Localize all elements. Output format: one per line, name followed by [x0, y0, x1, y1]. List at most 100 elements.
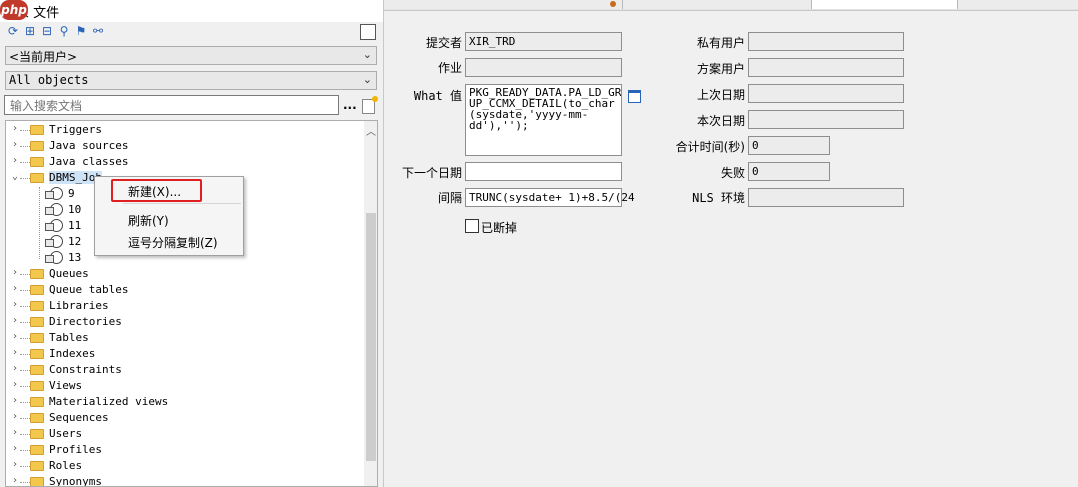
expand-icon[interactable]: › — [10, 267, 20, 278]
nls-field — [748, 188, 904, 207]
tree-item[interactable]: › Indexes — [6, 346, 361, 362]
interval-input[interactable]: TRUNC(sysdate+ 1)+8.5/(24 — [465, 188, 635, 207]
tree-connector — [20, 418, 30, 419]
broken-checkbox[interactable] — [465, 219, 479, 233]
last-date-field — [748, 84, 904, 103]
tab-2[interactable] — [623, 0, 812, 9]
expand-icon[interactable]: › — [10, 331, 20, 342]
refresh-icon[interactable]: ⟳ — [6, 24, 20, 38]
folder-icon — [30, 461, 44, 471]
folder-icon — [30, 125, 44, 135]
tree-item[interactable]: › Views — [6, 378, 361, 394]
object-browser-panel: 象 文件 php ⟳⊞⊟⚲⚑⚯ <当前用户> ⌄ All objects ⌄ .… — [0, 0, 384, 487]
this-date-label: 本次日期 — [696, 114, 745, 128]
add-icon[interactable]: ⊞ — [23, 24, 37, 38]
expand-icon[interactable]: › — [10, 123, 20, 134]
tree-item[interactable]: › Queue tables — [6, 282, 361, 298]
expand-icon[interactable]: › — [10, 459, 20, 470]
scroll-thumb[interactable] — [366, 213, 376, 461]
what-textarea[interactable]: PKG_READY_DATA.PA_LD_GRO UP_CCMX_DETAIL(… — [465, 84, 622, 156]
expand-icon[interactable]: › — [10, 299, 20, 310]
this-date-field — [748, 110, 904, 129]
tree-item-label: Indexes — [49, 347, 96, 360]
expand-icon[interactable]: › — [10, 395, 20, 406]
tree-item[interactable]: › Java sources — [6, 138, 361, 154]
tree-item-label: 11 — [68, 219, 82, 232]
tree-scrollbar[interactable]: ︿ — [364, 121, 377, 486]
owner-filter-value: <当前用户> — [9, 50, 78, 64]
search-field[interactable] — [4, 95, 339, 115]
scroll-up-icon[interactable]: ︿ — [364, 123, 377, 138]
edit-icon[interactable] — [628, 90, 641, 103]
folder-icon — [30, 429, 44, 439]
tree-item-label: Queue tables — [49, 283, 129, 296]
expand-icon[interactable]: › — [10, 155, 20, 166]
tab-4[interactable] — [958, 0, 1078, 9]
collapse-icon[interactable]: ⌄ — [10, 171, 20, 182]
tree-item-label: Java sources — [49, 139, 129, 152]
panel-toggle-button[interactable] — [360, 24, 376, 40]
expand-icon[interactable]: › — [10, 411, 20, 422]
expand-icon[interactable]: › — [10, 443, 20, 454]
failures-field: 0 — [748, 162, 830, 181]
owner-filter-select[interactable]: <当前用户> ⌄ — [5, 46, 377, 65]
folder-icon — [30, 445, 44, 455]
submitter-value: XIR_TRD — [469, 35, 516, 48]
tab-active[interactable] — [812, 0, 958, 9]
tree-item-label: Sequences — [49, 411, 109, 424]
job-clock-icon — [45, 219, 63, 232]
folder-icon — [30, 381, 44, 391]
tree-item-label: Directories — [49, 315, 122, 328]
tree-connector — [20, 370, 30, 371]
menu-item-refresh[interactable]: 刷新(Y) — [128, 212, 169, 229]
submitter-label: 提交者 — [425, 36, 462, 50]
find-icon[interactable]: ⚲ — [57, 24, 71, 38]
tree-connector — [20, 146, 30, 147]
tree-item[interactable]: › Libraries — [6, 298, 361, 314]
expand-icon[interactable]: › — [10, 347, 20, 358]
tree-item[interactable]: › Roles — [6, 458, 361, 474]
object-filter-value: All objects — [9, 73, 89, 87]
tree-item[interactable]: › Constraints — [6, 362, 361, 378]
expand-icon[interactable]: › — [10, 139, 20, 150]
tree-item-label: Synonyms — [49, 475, 102, 487]
folder-icon — [30, 365, 44, 375]
panel-header: 象 文件 php — [0, 0, 383, 22]
next-date-input[interactable] — [465, 162, 622, 181]
tree-item[interactable]: › Users — [6, 426, 361, 442]
expand-icon[interactable]: › — [10, 283, 20, 294]
search-input[interactable] — [8, 97, 332, 115]
tree-item-label: 13 — [68, 251, 82, 264]
folder-icon — [30, 173, 44, 183]
tree-connector — [20, 386, 30, 387]
tab-1[interactable] — [384, 0, 623, 9]
expand-icon[interactable]: › — [10, 475, 20, 486]
folder-icon — [30, 301, 44, 311]
tree-item-label: Profiles — [49, 443, 102, 456]
link-icon[interactable]: ⚯ — [91, 24, 105, 38]
filter-icon[interactable]: ⚑ — [74, 24, 88, 38]
tree-item[interactable]: › Directories — [6, 314, 361, 330]
menu-item-copy-comma[interactable]: 逗号分隔复制(Z) — [128, 234, 218, 251]
expand-icon[interactable]: › — [10, 315, 20, 326]
tree-connector — [20, 354, 30, 355]
tree-item[interactable]: › Java classes — [6, 154, 361, 170]
tree-item[interactable]: › Materialized views — [6, 394, 361, 410]
object-filter-select[interactable]: All objects ⌄ — [5, 71, 377, 90]
tree-connector — [20, 322, 30, 323]
tree-item[interactable]: › Tables — [6, 330, 361, 346]
new-document-icon[interactable] — [362, 96, 378, 114]
expand-icon[interactable]: › — [10, 379, 20, 390]
expand-icon[interactable]: › — [10, 363, 20, 374]
tree-item[interactable]: › Triggers — [6, 122, 361, 138]
priv-user-field — [748, 32, 904, 51]
tree-item[interactable]: › Queues — [6, 266, 361, 282]
tree-item[interactable]: › Profiles — [6, 442, 361, 458]
remove-icon[interactable]: ⊟ — [40, 24, 54, 38]
expand-icon[interactable]: › — [10, 427, 20, 438]
search-options-button[interactable]: ... — [343, 98, 357, 112]
menu-separator — [123, 203, 241, 204]
tree-item[interactable]: › Synonyms — [6, 474, 361, 487]
chevron-down-icon: ⌄ — [362, 73, 372, 86]
tree-item[interactable]: › Sequences — [6, 410, 361, 426]
